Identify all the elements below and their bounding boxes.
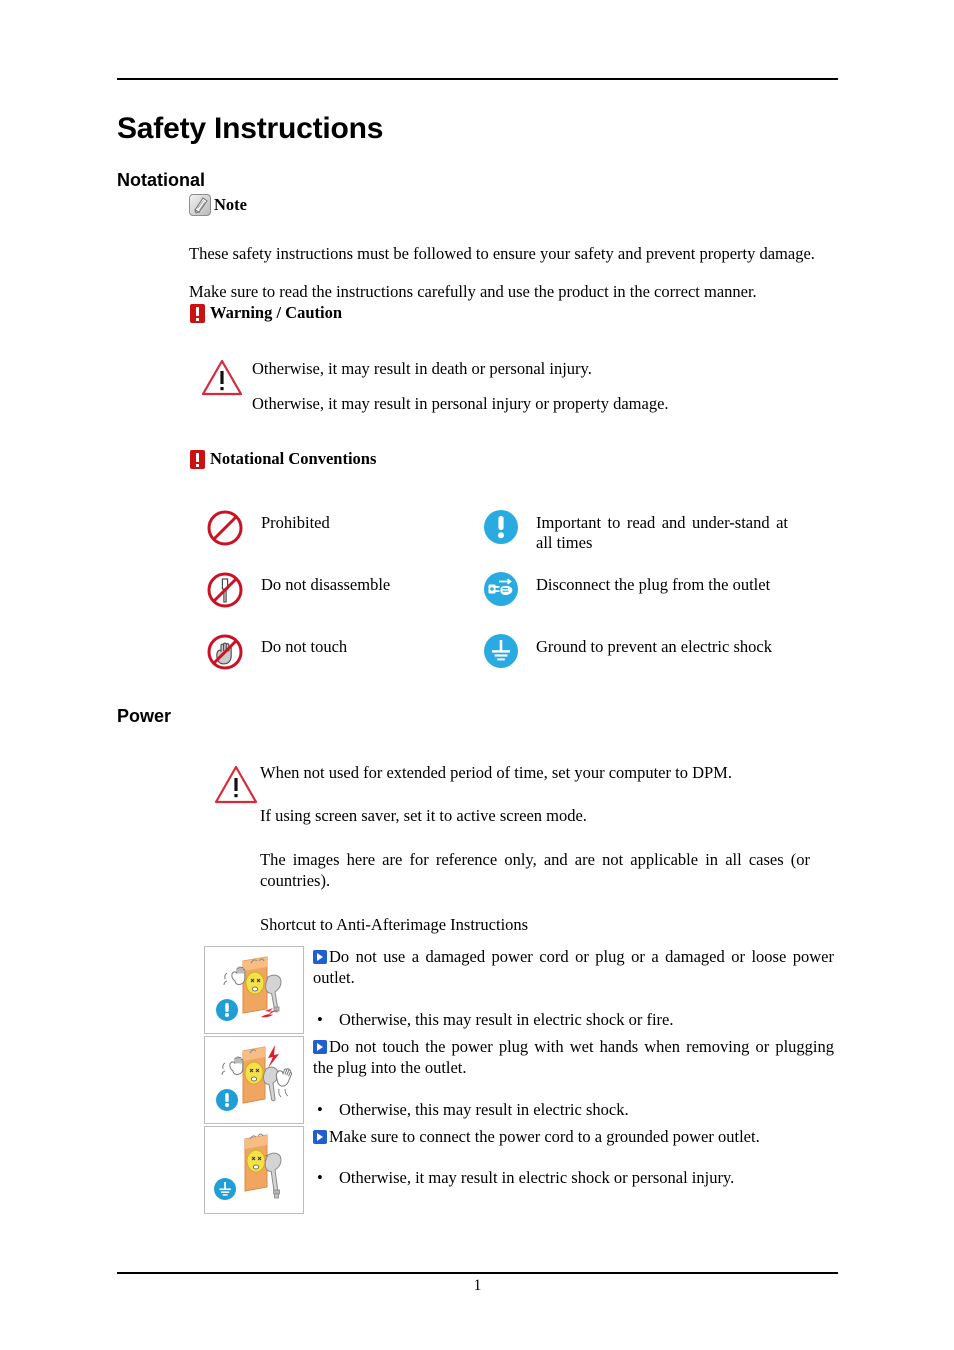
notational-conventions-label: Notational Conventions (210, 449, 377, 468)
warning-caution-line: Warning / Caution (190, 303, 342, 323)
convention-disconnect-plug: Disconnect the plug from the outlet (482, 570, 825, 613)
warning-title-row: Make sure to connect the power cord to a… (313, 1126, 834, 1147)
convention-label: Prohibited (261, 513, 330, 532)
table-cell-text: Make sure to connect the power cord to a… (304, 1126, 834, 1214)
table-cell-text: Do not use a damaged power cord or plug … (304, 946, 834, 1034)
document-page: Safety Instructions Notational Note Thes… (0, 0, 954, 1350)
warning-title: Make sure to connect the power cord to a… (329, 1127, 760, 1146)
power-paragraphs: When not used for extended period of tim… (260, 762, 810, 957)
table-row: Do not touch the power plug with wet han… (204, 1036, 834, 1124)
page-number: 1 (473, 1277, 482, 1294)
convention-label: Important to read and under-stand at all… (536, 513, 788, 553)
power-paragraph: Shortcut to Anti-Afterimage Instructions (260, 914, 529, 934)
convention-prohibited: Prohibited (205, 508, 482, 553)
notational-conventions-line: Notational Conventions (190, 449, 376, 469)
footer-rule (117, 1272, 838, 1274)
warning-bullet-row: • Otherwise, this may result in electric… (313, 1099, 834, 1120)
header-rule (117, 78, 838, 80)
page-title: Safety Instructions (117, 112, 384, 145)
convention-do-not-touch: Do not touch (205, 632, 482, 677)
grounded-outlet-illustration (204, 1126, 304, 1214)
warning-bullet-text: Otherwise, this may result in electric s… (339, 1009, 674, 1029)
wet-hands-plug-illustration (204, 1036, 304, 1124)
caution-line-2: Otherwise, it may result in personal inj… (252, 394, 669, 413)
convention-label: Disconnect the plug from the outlet (536, 575, 771, 594)
convention-label: Do not touch (261, 637, 348, 656)
power-warnings-table: Do not use a damaged power cord or plug … (204, 946, 834, 1216)
bullet-marker: • (317, 1168, 323, 1188)
do-not-disassemble-icon (205, 570, 247, 615)
conventions-row: Prohibited Important to read and under-s… (205, 508, 825, 570)
conventions-row: Do not touch Ground to prevent an electr… (205, 632, 825, 694)
do-not-touch-icon (205, 632, 247, 677)
warning-bullet-text: Otherwise, it may result in electric sho… (339, 1168, 735, 1188)
note-label: Note (214, 195, 247, 214)
caution-line-1: Otherwise, it may result in death or per… (252, 359, 592, 378)
blue-arrow-icon (313, 950, 327, 964)
bullet-marker: • (317, 1099, 323, 1119)
convention-do-not-disassemble: Do not disassemble (205, 570, 482, 615)
warning-caution-label: Warning / Caution (210, 303, 343, 322)
convention-ground: Ground to prevent an electric shock (482, 632, 825, 675)
notational-conventions-grid: Prohibited Important to read and under-s… (205, 508, 825, 694)
warning-title-row: Do not use a damaged power cord or plug … (313, 946, 834, 989)
note-line: Note (189, 194, 247, 216)
bullet-marker: • (317, 1009, 323, 1029)
warning-title: Do not touch the power plug with wet han… (313, 1037, 834, 1078)
table-row: Make sure to connect the power cord to a… (204, 1126, 834, 1214)
red-exclamation-icon (190, 303, 205, 323)
power-paragraph: When not used for extended period of tim… (260, 763, 732, 782)
note-pen-icon (189, 194, 211, 216)
power-paragraph: The images here are for reference only, … (260, 849, 810, 891)
blue-arrow-icon (313, 1040, 327, 1054)
convention-important-read: Important to read and under-stand at all… (482, 508, 825, 553)
warning-title: Do not use a damaged power cord or plug … (313, 947, 834, 988)
prohibited-icon (205, 508, 247, 553)
blue-arrow-icon (313, 1130, 327, 1144)
disconnect-plug-icon (482, 570, 524, 613)
warning-bullet-row: • Otherwise, this may result in electric… (313, 1009, 834, 1030)
warning-bullet-row: • Otherwise, it may result in electric s… (313, 1167, 834, 1188)
caution-triangle-icon (213, 764, 259, 811)
convention-label: Ground to prevent an electric shock (536, 637, 772, 656)
red-exclamation-icon (190, 449, 205, 469)
notational-paragraph-1: These safety instructions must be follow… (189, 244, 815, 263)
notational-paragraph-2: Make sure to read the instructions caref… (189, 282, 757, 301)
power-paragraph: If using screen saver, set it to active … (260, 806, 587, 826)
section-heading-power: Power (117, 706, 172, 726)
conventions-row: Do not disassemble Disconnect the plug f… (205, 570, 825, 632)
warning-title-row: Do not touch the power plug with wet han… (313, 1036, 834, 1079)
table-row: Do not use a damaged power cord or plug … (204, 946, 834, 1034)
table-cell-text: Do not touch the power plug with wet han… (304, 1036, 834, 1124)
warning-bullet-text: Otherwise, this may result in electric s… (339, 1099, 629, 1119)
damaged-power-cord-illustration (204, 946, 304, 1034)
section-heading-notational: Notational (117, 170, 205, 190)
important-read-icon (482, 508, 524, 551)
caution-triangle-icon (200, 358, 244, 403)
ground-icon (482, 632, 524, 675)
convention-label: Do not disassemble (261, 575, 391, 594)
